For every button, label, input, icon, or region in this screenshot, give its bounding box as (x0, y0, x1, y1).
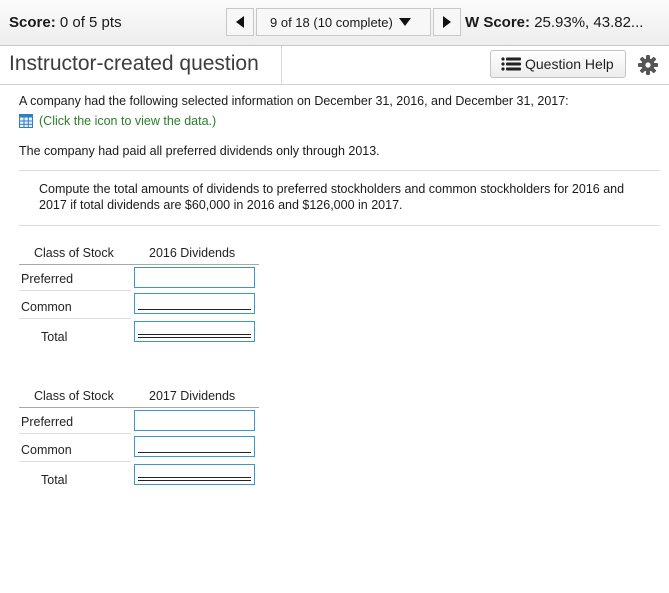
row-divider (19, 318, 131, 319)
row-divider (19, 433, 131, 434)
year-dividends-header: 2016 Dividends (149, 246, 236, 260)
total-2017-input[interactable] (134, 464, 255, 485)
header-rule (19, 407, 259, 408)
total-2016-input[interactable] (134, 321, 255, 342)
class-of-stock-header: Class of Stock (34, 389, 114, 403)
class-of-stock-header: Class of Stock (34, 246, 114, 260)
view-data-label: (Click the icon to view the data.) (39, 114, 217, 128)
previous-question-button[interactable] (226, 8, 254, 36)
score-bar: Score: 0 of 5 pts 9 of 18 (10 complete) … (0, 0, 669, 46)
question-title: Instructor-created question (9, 52, 259, 75)
score-label: Score: (9, 14, 56, 31)
row-divider (19, 290, 131, 291)
dropdown-caret-icon (398, 18, 411, 26)
preferred-2017-input[interactable] (134, 410, 255, 431)
preferred-2016-input[interactable] (134, 267, 255, 288)
question-intro: A company had the following selected inf… (19, 94, 569, 108)
question-help-button[interactable]: Question Help (490, 50, 626, 78)
title-divider (281, 46, 282, 84)
data-table-icon (19, 114, 33, 128)
question-title-bar: Instructor-created question Question Hel… (0, 46, 669, 85)
question-help-label: Question Help (525, 56, 614, 72)
score: Score: 0 of 5 pts (9, 14, 122, 31)
row-label-preferred: Preferred (21, 415, 74, 429)
divider (19, 170, 660, 171)
list-icon (501, 57, 521, 71)
common-2017-input[interactable] (134, 436, 255, 457)
hw-score-label: W Score: (465, 14, 531, 31)
common-2016-input[interactable] (134, 293, 255, 314)
next-question-button[interactable] (433, 8, 461, 36)
gear-icon[interactable] (638, 55, 658, 75)
left-arrow-icon (236, 16, 244, 28)
divider (19, 225, 660, 226)
row-divider (19, 461, 131, 462)
dividends-table-2016: Class of Stock 2016 Dividends Preferred … (19, 246, 259, 350)
question-selector[interactable]: 9 of 18 (10 complete) (256, 8, 431, 36)
score-value: 0 of 5 pts (59, 14, 122, 31)
preferred-dividend-note: The company had paid all preferred divid… (19, 144, 380, 158)
row-label-total: Total (41, 330, 68, 344)
header-rule (19, 264, 259, 265)
question-selector-label: 9 of 18 (10 complete) (270, 14, 393, 30)
view-data-link[interactable]: (Click the icon to view the data.) (19, 114, 216, 128)
right-arrow-icon (443, 16, 451, 28)
hw-score-value: 25.93%, 43.82... (534, 14, 644, 31)
row-label-preferred: Preferred (21, 272, 74, 286)
row-label-common: Common (21, 443, 72, 457)
year-dividends-header: 2017 Dividends (149, 389, 236, 403)
hw-score: W Score: 25.93%, 43.82... (465, 14, 643, 31)
question-instruction: Compute the total amounts of dividends t… (39, 182, 625, 212)
dividends-table-2017: Class of Stock 2017 Dividends Preferred … (19, 389, 259, 493)
row-label-total: Total (41, 473, 68, 487)
row-label-common: Common (21, 300, 72, 314)
